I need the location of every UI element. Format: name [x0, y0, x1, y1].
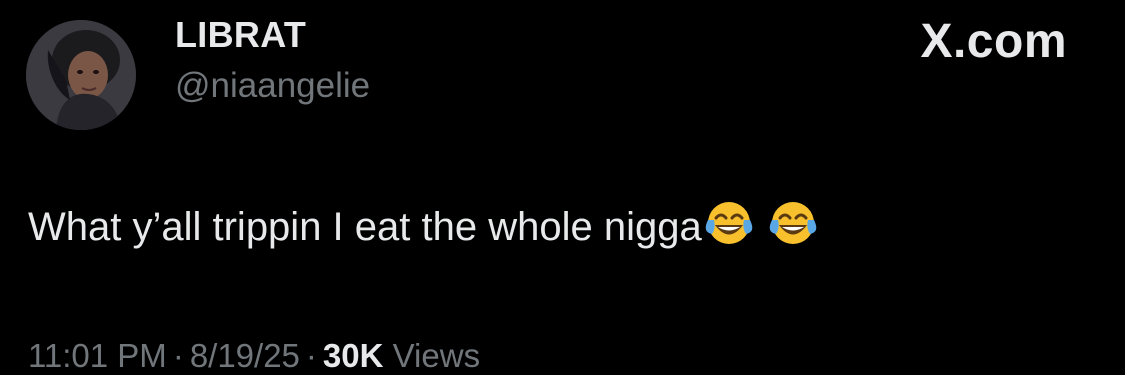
- tweet-time[interactable]: 11:01 PM: [28, 337, 167, 374]
- tweet-text: What y’all trippin I eat the whole nigga: [28, 205, 702, 249]
- tweet-date[interactable]: 8/19/25: [190, 337, 300, 374]
- face-with-tears-of-joy-icon: [704, 198, 754, 258]
- tweet-meta: 11:01 PM · 8/19/25 · 30K Views: [28, 337, 480, 375]
- views-count: 30K: [322, 337, 384, 374]
- meta-separator: ·: [172, 337, 184, 374]
- author-handle[interactable]: @niaangelie: [175, 66, 370, 106]
- avatar-photo: [26, 20, 136, 130]
- brand-logo: X.com: [920, 15, 1067, 68]
- views-label: Views: [392, 337, 481, 374]
- author-display-name[interactable]: LIBRAT: [175, 14, 306, 56]
- avatar[interactable]: [26, 20, 136, 130]
- meta-separator: ·: [305, 337, 317, 374]
- tweet-body: What y’all trippin I eat the whole nigga: [28, 198, 818, 258]
- face-with-tears-of-joy-icon: [768, 198, 818, 258]
